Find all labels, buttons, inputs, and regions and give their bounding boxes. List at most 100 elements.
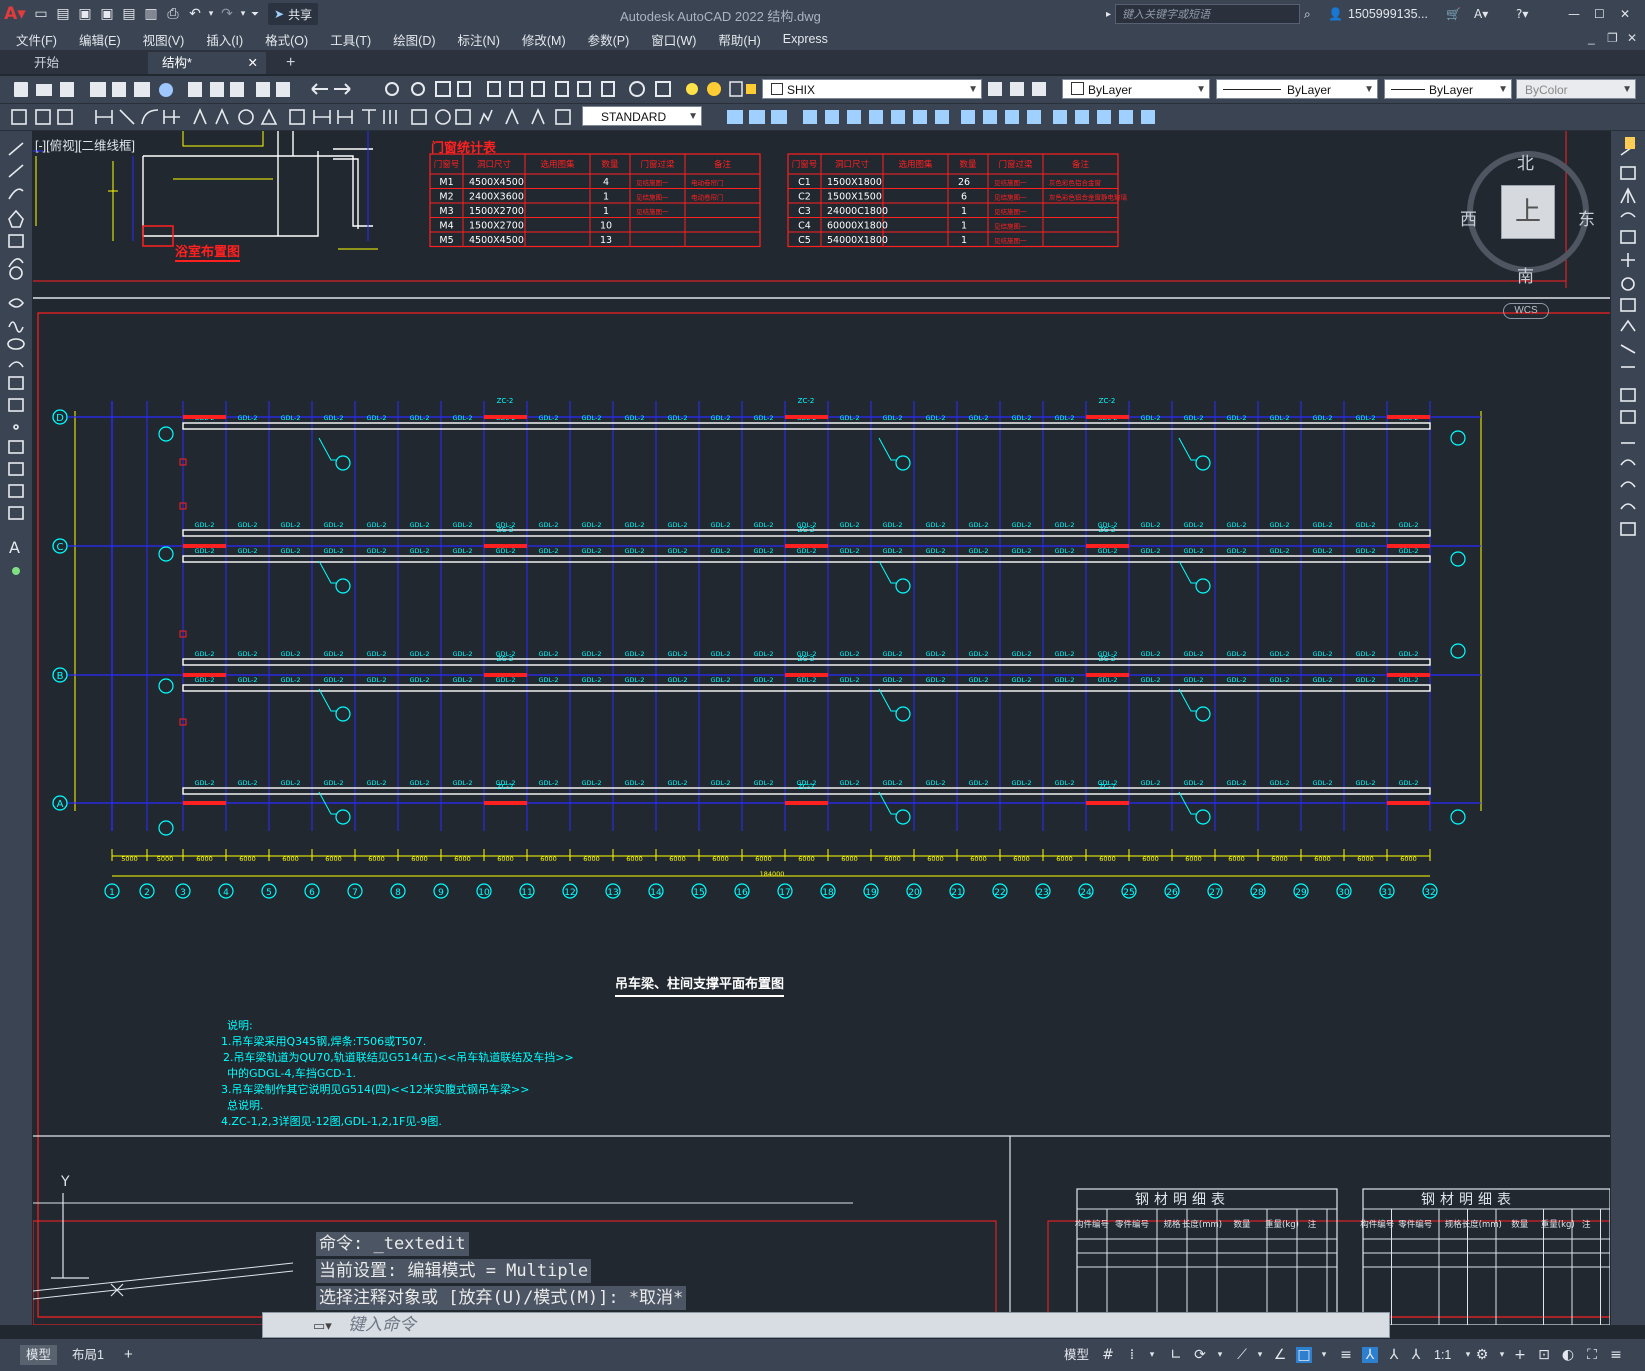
- doc-restore-icon[interactable]: ❐: [1607, 31, 1618, 45]
- viewcube-east[interactable]: 东: [1578, 205, 1595, 230]
- add-layout-icon[interactable]: +: [118, 1345, 139, 1365]
- user-icon[interactable]: 👤: [1328, 3, 1343, 25]
- save-as-icon[interactable]: ▣: [96, 3, 118, 25]
- tab-model[interactable]: 模型: [20, 1345, 58, 1365]
- workspace-dropdown-icon[interactable]: ▾: [1494, 1347, 1510, 1363]
- command-prompt-icon[interactable]: ▭▾: [313, 1314, 332, 1338]
- auto-scale-icon[interactable]: ⅄: [1386, 1347, 1402, 1363]
- table-cell: M4: [439, 221, 453, 232]
- bay-dimension: 6000: [1400, 855, 1417, 863]
- share-button[interactable]: ➤ 共享: [268, 3, 319, 25]
- layer-dropdown[interactable]: SHIX ▼: [762, 79, 982, 99]
- menu-tools[interactable]: 工具(T): [330, 30, 371, 49]
- search-icon[interactable]: ⌕: [1304, 3, 1311, 25]
- customize-qat-icon[interactable]: ⏷: [248, 3, 262, 25]
- command-input[interactable]: 键入命令 ▭▾: [262, 1312, 1390, 1338]
- wcs-menu[interactable]: WCS: [1503, 303, 1549, 319]
- grid-icon[interactable]: #: [1100, 1347, 1116, 1363]
- fullscreen-icon[interactable]: ⛶: [1584, 1347, 1600, 1363]
- doc-close-icon[interactable]: ✕: [1627, 31, 1637, 45]
- tab-start[interactable]: 开始: [20, 52, 148, 74]
- minimize-icon[interactable]: —: [1568, 3, 1580, 25]
- redo-dropdown-icon[interactable]: ▾: [238, 3, 248, 25]
- close-icon[interactable]: ✕: [1620, 3, 1630, 25]
- menu-dimension[interactable]: 标注(N): [458, 30, 500, 49]
- user-account[interactable]: 1505999135...: [1348, 3, 1428, 25]
- tab-drawing[interactable]: 结构* ✕: [148, 52, 266, 74]
- annotation-scale-value[interactable]: 1:1: [1428, 1345, 1457, 1365]
- drawing-area[interactable]: [-][俯视][二维线框] 门窗号 洞口尺寸 选用图集 数量 门窗过梁 备注 M1 4500X…: [33, 131, 1610, 1325]
- help-icon[interactable]: ?▾: [1516, 3, 1528, 25]
- autodesk-app-icon[interactable]: A▾: [1474, 3, 1488, 25]
- isodraft-icon[interactable]: ⟋: [1234, 1347, 1250, 1363]
- menu-edit[interactable]: 编辑(E): [79, 30, 121, 49]
- layer-tools-icons[interactable]: [984, 76, 1050, 103]
- annotation-scale-icon[interactable]: ⅄: [1408, 1347, 1424, 1363]
- menu-express[interactable]: Express: [783, 32, 828, 46]
- plot-icon[interactable]: ⎙: [162, 3, 184, 25]
- tab-close-icon[interactable]: ✕: [248, 52, 258, 74]
- menu-file[interactable]: 文件(F): [16, 30, 57, 49]
- osnap-track-icon[interactable]: ∠: [1272, 1347, 1288, 1363]
- viewcube-west[interactable]: 西: [1460, 205, 1477, 230]
- dimstyle-dropdown[interactable]: STANDARD ▼: [582, 106, 702, 126]
- open-file-icon[interactable]: ▤: [52, 3, 74, 25]
- modify-toolbar-icons[interactable]: [705, 104, 1225, 130]
- ortho-icon[interactable]: ∟: [1168, 1347, 1184, 1363]
- snap-dropdown-icon[interactable]: ▾: [1144, 1347, 1160, 1363]
- osnap-dropdown-icon[interactable]: ▾: [1316, 1347, 1332, 1363]
- menu-modify[interactable]: 修改(M): [522, 30, 566, 49]
- layer-state-icons[interactable]: [680, 76, 760, 103]
- viewcube-south[interactable]: 南: [1517, 262, 1534, 287]
- search-expand-icon[interactable]: ▸: [1106, 3, 1111, 25]
- cart-icon[interactable]: 🛒: [1446, 3, 1461, 25]
- menu-window[interactable]: 窗口(W): [651, 30, 696, 49]
- lineweight-dropdown[interactable]: ByLayer ▼: [1384, 79, 1512, 99]
- draw-tools-icons[interactable]: A: [0, 131, 32, 591]
- new-file-icon[interactable]: ▭: [30, 3, 52, 25]
- beam-label: GDL-2: [280, 779, 300, 787]
- osnap-icon[interactable]: □: [1296, 1347, 1312, 1363]
- save-web-icon[interactable]: ▥: [140, 3, 162, 25]
- annotation-monitor-icon[interactable]: +: [1512, 1347, 1528, 1363]
- undo-dropdown-icon[interactable]: ▾: [206, 3, 216, 25]
- autocad-logo-icon[interactable]: A▾: [0, 0, 30, 28]
- dimension-toolbar-icons[interactable]: [0, 104, 580, 130]
- undo-icon[interactable]: ↶: [184, 3, 206, 25]
- isolate-objects-icon[interactable]: ◐: [1560, 1347, 1576, 1363]
- save-icon[interactable]: ▣: [74, 3, 96, 25]
- maximize-icon[interactable]: ☐: [1594, 3, 1605, 25]
- open-web-icon[interactable]: ▤: [118, 3, 140, 25]
- table-cell: 24000C1800: [827, 206, 888, 217]
- units-icon[interactable]: ⊡: [1536, 1347, 1552, 1363]
- viewcube-north[interactable]: 北: [1517, 149, 1534, 174]
- standard-toolbar-icons[interactable]: [0, 76, 680, 103]
- menu-help[interactable]: 帮助(H): [718, 30, 760, 49]
- polar-icon[interactable]: ⟳: [1192, 1347, 1208, 1363]
- menu-parametric[interactable]: 参数(P): [588, 30, 630, 49]
- modify-tools-icons[interactable]: [1611, 131, 1645, 551]
- tab-layout1[interactable]: 布局1: [66, 1345, 110, 1365]
- new-tab-button[interactable]: +: [272, 52, 302, 74]
- beam-label: GDL-2: [1140, 414, 1160, 422]
- redo-icon[interactable]: ↷: [216, 3, 238, 25]
- lineweight-icon[interactable]: ≡: [1338, 1347, 1354, 1363]
- annotation-visibility-icon[interactable]: ⅄: [1362, 1347, 1378, 1363]
- menu-view[interactable]: 视图(V): [143, 30, 185, 49]
- menu-format[interactable]: 格式(O): [265, 30, 308, 49]
- help-search-input[interactable]: 键入关键字或短语: [1115, 4, 1300, 24]
- viewcube-top-face[interactable]: 上: [1501, 185, 1555, 239]
- snap-icon[interactable]: ⁞: [1124, 1347, 1140, 1363]
- iso-dropdown-icon[interactable]: ▾: [1252, 1347, 1268, 1363]
- linetype-dropdown[interactable]: ByLayer ▼: [1216, 79, 1378, 99]
- dimstyle-dropdown-value: STANDARD: [601, 110, 667, 124]
- doc-minimize-icon[interactable]: _: [1588, 31, 1595, 45]
- model-space-toggle[interactable]: 模型: [1058, 1345, 1095, 1365]
- workspace-gear-icon[interactable]: ⚙: [1474, 1347, 1490, 1363]
- color-dropdown[interactable]: ByLayer ▼: [1062, 79, 1210, 99]
- plotstyle-dropdown[interactable]: ByColor ▼: [1516, 79, 1636, 99]
- menu-draw[interactable]: 绘图(D): [393, 30, 435, 49]
- customize-icon[interactable]: ≡: [1608, 1347, 1624, 1363]
- polar-dropdown-icon[interactable]: ▾: [1212, 1347, 1228, 1363]
- menu-insert[interactable]: 插入(I): [206, 30, 243, 49]
